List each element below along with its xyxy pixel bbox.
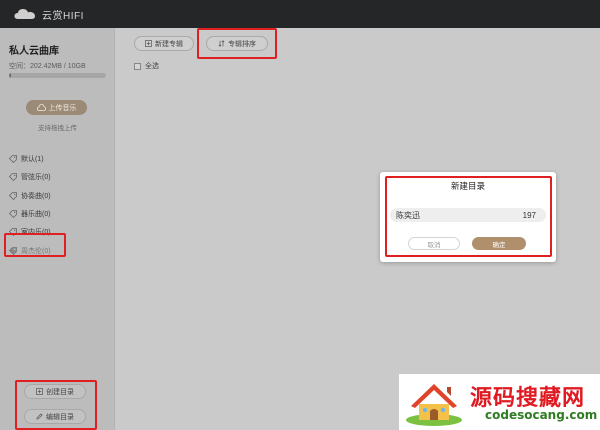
storage-progress-bar [9, 73, 106, 78]
tag-icon [9, 155, 17, 164]
category-label: 协奏曲(0) [21, 192, 51, 200]
category-item-instrumental[interactable]: 器乐曲(0) [9, 205, 109, 223]
library-title: 私人云曲库 [9, 46, 59, 57]
select-all-label: 全选 [145, 63, 159, 70]
highlight-box-jay-chou-category [4, 233, 66, 257]
checkbox-box[interactable] [134, 62, 141, 70]
app-title: 云赏HIFI [42, 10, 84, 22]
new-album-label: 新建专辑 [155, 40, 183, 48]
storage-usage-text: 空间：202.42MB / 10GB [9, 63, 86, 70]
tag-icon [9, 173, 17, 182]
upload-music-button[interactable]: 上传音乐 [26, 100, 87, 115]
drag-upload-hint: 支持拖拽上传 [38, 125, 77, 132]
sidebar: 私人云曲库 空间：202.42MB / 10GB 上传音乐 支持拖拽上传 默认(… [0, 28, 115, 430]
highlight-box-directory-buttons [15, 380, 97, 430]
category-item-orchestral[interactable]: 管弦乐(0) [9, 168, 109, 186]
title-bar: 云赏HIFI [0, 0, 600, 28]
category-label: 器乐曲(0) [21, 211, 51, 219]
highlight-box-dialog [385, 176, 552, 257]
add-square-icon [145, 40, 152, 47]
category-item-concerto[interactable]: 协奏曲(0) [9, 187, 109, 205]
cloud-logo-icon [14, 8, 36, 20]
storage-progress-fill [9, 73, 11, 78]
category-label: 管弦乐(0) [21, 174, 51, 182]
site-watermark: 源码搜藏网 codesocang.com [399, 374, 600, 430]
tag-icon [9, 191, 17, 200]
watermark-domain-text: codesocang.com [485, 408, 598, 422]
new-album-button[interactable]: 新建专辑 [134, 36, 194, 51]
house-logo-icon [406, 384, 462, 426]
category-item-default[interactable]: 默认(1) [9, 150, 109, 168]
upload-music-label: 上传音乐 [48, 104, 77, 112]
tag-icon [9, 210, 17, 219]
upload-cloud-icon [36, 104, 46, 111]
category-label: 默认(1) [21, 156, 44, 164]
highlight-box-sort-albums [197, 28, 277, 59]
select-all-checkbox[interactable]: 全选 [134, 61, 159, 71]
